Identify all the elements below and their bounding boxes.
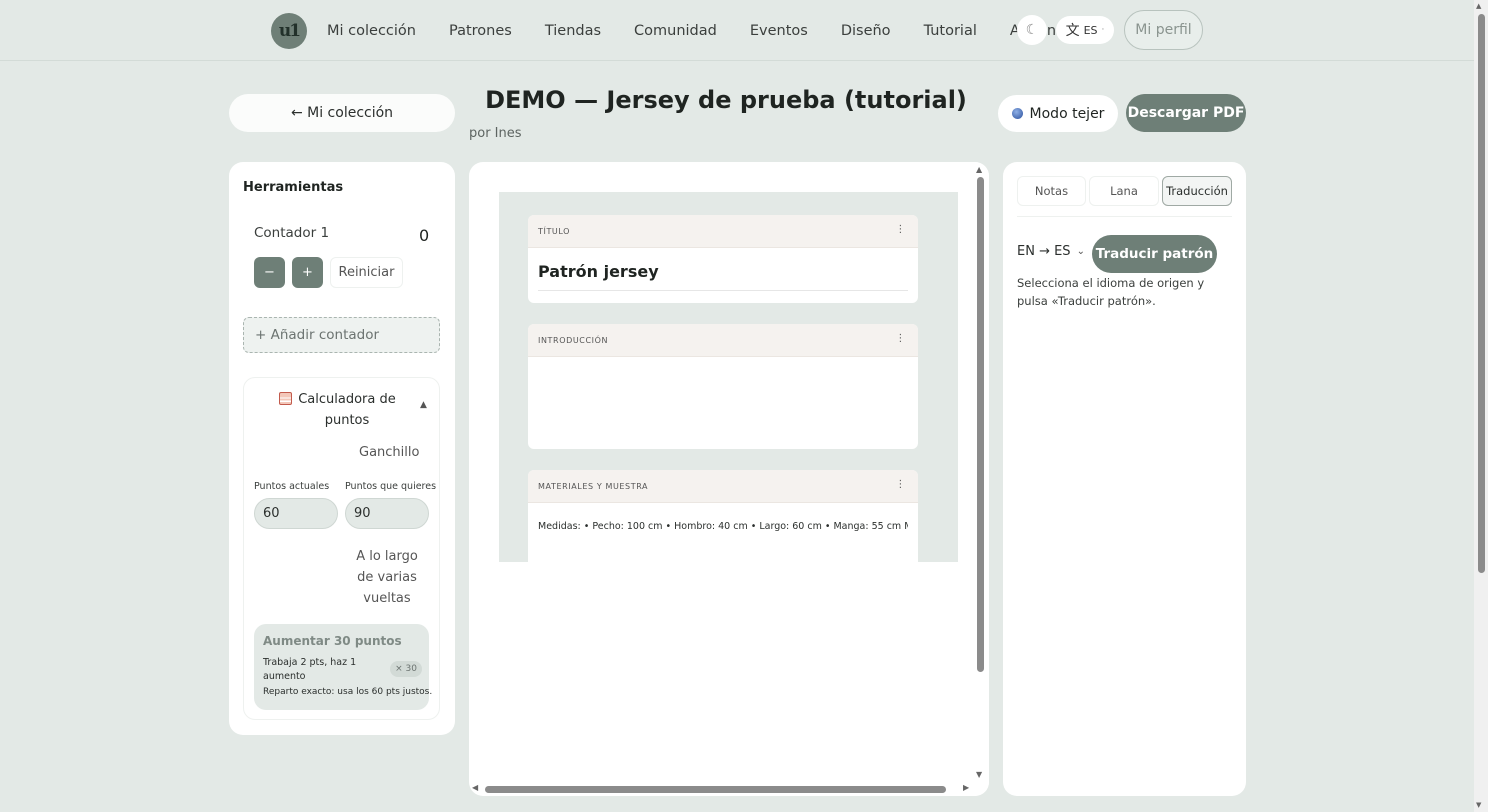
collapse-icon[interactable]: ▲ [420,400,427,410]
nav-link-tutorial[interactable]: Tutorial [924,23,977,39]
result-note: Reparto exacto: usa los 60 pts justos. [263,687,433,697]
calculator-mode[interactable]: Ganchillo [359,445,419,460]
block-materials[interactable]: MATERIALES Y MUESTRA ⋮ Medidas: • Pecho:… [528,470,918,562]
block-menu-icon[interactable]: ⋮ [895,480,906,490]
tools-panel: Herramientas Contador 1 0 − + Reiniciar … [229,162,455,735]
editor-scroll-up-icon[interactable]: ▲ [976,165,982,174]
translate-pattern-button[interactable]: Traducir patrón [1092,235,1217,273]
result-badge: × 30 [390,661,422,677]
block-menu-icon[interactable]: ⋮ [895,225,906,235]
block-header: TÍTULO ⋮ [528,215,918,248]
back-to-collection-button[interactable]: ← Mi colección [229,94,455,132]
editor-scroll-right-icon[interactable]: ▶ [963,783,969,792]
block-header-label: MATERIALES Y MUESTRA [538,481,649,491]
pattern-editor: TÍTULO ⋮ Patrón jersey INTRODUCCIÓN ⋮ MA… [469,162,989,796]
theme-toggle-button[interactable]: ☾ [1017,15,1047,45]
editor-horizontal-scrollbar[interactable] [485,786,946,793]
knit-mode-label: Modo tejer [1029,105,1105,122]
translation-help-text: Selecciona el idioma de origen y pulsa «… [1017,276,1205,308]
knit-mode-button[interactable]: Modo tejer [998,95,1118,132]
page-scrollbar[interactable] [1478,14,1485,573]
target-stitches-input[interactable]: 90 [345,498,429,529]
current-stitches-input[interactable]: 60 [254,498,338,529]
add-counter-button[interactable]: + Añadir contador [243,317,440,353]
moon-icon: ☾ [1025,22,1039,38]
download-pdf-button[interactable]: Descargar PDF [1126,94,1246,132]
nav-links: Mi colección Patrones Tiendas Comunidad … [327,0,1056,61]
block-title[interactable]: TÍTULO ⋮ Patrón jersey [528,215,918,303]
block-header-label: INTRODUCCIÓN [538,335,609,345]
logo[interactable]: u1 [271,13,307,49]
editor-scroll-down-icon[interactable]: ▼ [976,770,982,779]
tab-divider [1017,216,1232,217]
counter-name: Contador 1 [254,225,330,241]
counter-reset-button[interactable]: Reiniciar [330,257,403,288]
chevron-down-icon: ⌄ [1076,246,1085,257]
editor-scroll-left-icon[interactable]: ◀ [472,783,478,792]
counter-increment-button[interactable]: + [292,257,323,288]
stitch-calculator: Calculadora de puntos ▲ Ganchillo Puntos… [243,377,440,720]
bulb-icon [1011,108,1023,119]
counter-decrement-button[interactable]: − [254,257,285,288]
calculator-option[interactable]: A lo largo de varias vueltas [354,546,420,609]
current-stitches-label: Puntos actuales [254,481,330,492]
editor-vertical-scrollbar[interactable] [977,177,984,672]
nav-link-mi-coleccion[interactable]: Mi colección [327,23,416,39]
tab-lana[interactable]: Lana [1089,176,1159,206]
tools-title: Herramientas [243,180,344,195]
result-instruction: Trabaja 2 pts, haz 1 aumento [263,657,357,682]
block-menu-icon[interactable]: ⋮ [895,334,906,344]
result-title: Aumentar 30 puntos [263,634,402,648]
block-introduction[interactable]: INTRODUCCIÓN ⋮ [528,324,918,449]
calculator-icon [279,392,292,405]
nav-link-patrones[interactable]: Patrones [449,23,512,39]
nav-link-eventos[interactable]: Eventos [750,23,808,39]
page-title: DEMO — Jersey de prueba (tutorial) [485,86,967,114]
language-dot: · [1101,25,1105,35]
language-button[interactable]: 文 ES · [1056,16,1114,44]
author-label: por Ines [469,126,522,141]
block-header-label: TÍTULO [538,226,571,236]
block-header: MATERIALES Y MUESTRA ⋮ [528,470,918,503]
counter-value: 0 [419,226,430,245]
profile-button[interactable]: Mi perfil [1124,10,1203,50]
language-pair-value: EN → ES [1017,244,1071,259]
calculator-title[interactable]: Calculadora de puntos [292,389,402,431]
top-nav: u1 Mi colección Patrones Tiendas Comunid… [0,0,1474,61]
block-header: INTRODUCCIÓN ⋮ [528,324,918,357]
translate-icon: 文 [1065,23,1080,39]
editor-canvas: TÍTULO ⋮ Patrón jersey INTRODUCCIÓN ⋮ MA… [499,192,958,562]
tab-notas[interactable]: Notas [1017,176,1086,206]
nav-link-diseno[interactable]: Diseño [841,23,891,39]
tab-traduccion[interactable]: Traducción [1162,176,1232,206]
materials-field[interactable]: Medidas: • Pecho: 100 cm • Hombro: 40 cm… [538,521,908,532]
language-pair-select[interactable]: EN → ES ⌄ [1017,244,1085,259]
pattern-title-field[interactable]: Patrón jersey [538,262,908,291]
page-scroll-down-icon[interactable]: ▼ [1476,801,1481,809]
side-panel: Notas Lana Traducción EN → ES ⌄ Traducir… [1003,162,1246,796]
nav-link-tiendas[interactable]: Tiendas [545,23,601,39]
calculator-result: Aumentar 30 puntos Trabaja 2 pts, haz 1 … [254,624,433,710]
target-stitches-label: Puntos que quieres [345,481,437,492]
nav-link-comunidad[interactable]: Comunidad [634,23,717,39]
page-scroll-up-icon[interactable]: ▲ [1476,2,1481,10]
language-code: ES [1083,23,1098,37]
